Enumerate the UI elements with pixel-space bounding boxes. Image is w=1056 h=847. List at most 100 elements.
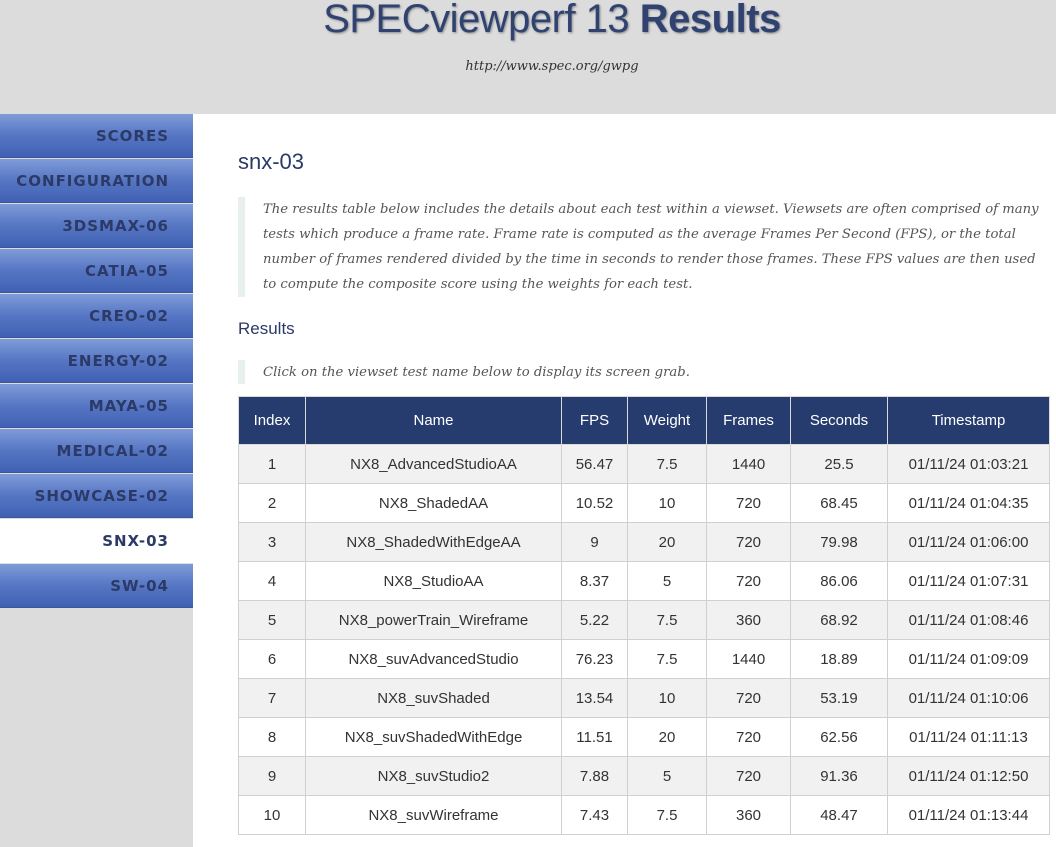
table-row: 4 NX8_StudioAA 8.37 5 720 86.06 01/11/24…	[238, 561, 1050, 601]
cell-weight: 20	[627, 522, 707, 562]
hint-blockquote: Click on the viewset test name below to …	[238, 360, 1048, 384]
cell-timestamp: 01/11/24 01:04:35	[887, 483, 1050, 523]
site-title: SPECviewperf 13 Results	[0, 0, 1056, 44]
results-table: Index Name FPS Weight Frames Seconds Tim…	[238, 396, 1050, 835]
cell-frames: 360	[706, 600, 791, 640]
main-content: snx-03 The results table below includes …	[193, 114, 1056, 847]
cell-index: 10	[238, 795, 306, 835]
table-row: 5 NX8_powerTrain_Wireframe 5.22 7.5 360 …	[238, 600, 1050, 640]
cell-name: NX8_suvAdvancedStudio	[305, 639, 562, 679]
sidebar-item-maya-05[interactable]: MAYA-05	[0, 384, 193, 428]
cell-timestamp: 01/11/24 01:06:00	[887, 522, 1050, 562]
cell-seconds: 18.89	[790, 639, 888, 679]
table-row: 2 NX8_ShadedAA 10.52 10 720 68.45 01/11/…	[238, 483, 1050, 523]
cell-frames: 720	[706, 717, 791, 757]
cell-timestamp: 01/11/24 01:09:09	[887, 639, 1050, 679]
cell-frames: 360	[706, 795, 791, 835]
cell-weight: 5	[627, 561, 707, 601]
cell-index: 9	[238, 756, 306, 796]
table-row: 8 NX8_suvShadedWithEdge 11.51 20 720 62.…	[238, 717, 1050, 757]
cell-fps: 7.88	[561, 756, 628, 796]
sidebar-item-3dsmax-06[interactable]: 3DSMAX-06	[0, 204, 193, 248]
sidebar-item-creo-02[interactable]: CREO-02	[0, 294, 193, 338]
cell-name: NX8_StudioAA	[305, 561, 562, 601]
table-row: 6 NX8_suvAdvancedStudio 76.23 7.5 1440 1…	[238, 639, 1050, 679]
cell-weight: 7.5	[627, 600, 707, 640]
cell-name: NX8_suvShadedWithEdge	[305, 717, 562, 757]
cell-weight: 20	[627, 717, 707, 757]
test-name-link[interactable]: NX8_suvWireframe	[368, 807, 498, 824]
test-name-link[interactable]: NX8_StudioAA	[383, 573, 483, 590]
test-name-link[interactable]: NX8_suvShadedWithEdge	[345, 729, 523, 746]
cell-seconds: 79.98	[790, 522, 888, 562]
site-title-bold: Results	[639, 0, 782, 41]
test-name-link[interactable]: NX8_suvAdvancedStudio	[348, 651, 518, 668]
cell-name: NX8_ShadedWithEdgeAA	[305, 522, 562, 562]
table-row: 3 NX8_ShadedWithEdgeAA 9 20 720 79.98 01…	[238, 522, 1050, 562]
table-row: 10 NX8_suvWireframe 7.43 7.5 360 48.47 0…	[238, 795, 1050, 835]
sidebar-item-configuration[interactable]: CONFIGURATION	[0, 159, 193, 203]
page-title: snx-03	[238, 149, 305, 174]
sidebar-item-energy-02[interactable]: ENERGY-02	[0, 339, 193, 383]
cell-name: NX8_suvWireframe	[305, 795, 562, 835]
cell-timestamp: 01/11/24 01:07:31	[887, 561, 1050, 601]
cell-seconds: 25.5	[790, 444, 888, 484]
cell-fps: 10.52	[561, 483, 628, 523]
cell-name: NX8_ShadedAA	[305, 483, 562, 523]
results-table-body: 1 NX8_AdvancedStudioAA 56.47 7.5 1440 25…	[238, 444, 1050, 835]
cell-weight: 10	[627, 678, 707, 718]
cell-name: NX8_powerTrain_Wireframe	[305, 600, 562, 640]
cell-frames: 1440	[706, 444, 791, 484]
cell-fps: 5.22	[561, 600, 628, 640]
cell-frames: 720	[706, 483, 791, 523]
cell-weight: 7.5	[627, 795, 707, 835]
results-heading: Results	[238, 319, 295, 338]
cell-seconds: 62.56	[790, 717, 888, 757]
sidebar-item-snx-03[interactable]: SNX-03	[0, 519, 193, 563]
test-name-link[interactable]: NX8_ShadedWithEdgeAA	[346, 534, 520, 551]
column-header-weight: Weight	[627, 396, 707, 445]
sidebar-nav: SCORES CONFIGURATION 3DSMAX-06 CATIA-05 …	[0, 114, 193, 847]
table-row: 9 NX8_suvStudio2 7.88 5 720 91.36 01/11/…	[238, 756, 1050, 796]
sidebar-item-scores[interactable]: SCORES	[0, 114, 193, 158]
sidebar-item-sw-04[interactable]: SW-04	[0, 564, 193, 608]
cell-fps: 76.23	[561, 639, 628, 679]
cell-name: NX8_suvStudio2	[305, 756, 562, 796]
test-name-link[interactable]: NX8_suvShaded	[377, 690, 490, 707]
cell-weight: 7.5	[627, 444, 707, 484]
cell-seconds: 91.36	[790, 756, 888, 796]
sidebar-item-showcase-02[interactable]: SHOWCASE-02	[0, 474, 193, 518]
cell-seconds: 68.92	[790, 600, 888, 640]
cell-frames: 1440	[706, 639, 791, 679]
cell-timestamp: 01/11/24 01:03:21	[887, 444, 1050, 484]
cell-index: 6	[238, 639, 306, 679]
test-name-link[interactable]: NX8_ShadedAA	[379, 495, 488, 512]
column-header-fps: FPS	[561, 396, 628, 445]
cell-index: 1	[238, 444, 306, 484]
cell-timestamp: 01/11/24 01:11:13	[887, 717, 1050, 757]
cell-frames: 720	[706, 678, 791, 718]
column-header-name: Name	[305, 396, 562, 445]
cell-fps: 56.47	[561, 444, 628, 484]
cell-frames: 720	[706, 522, 791, 562]
test-name-link[interactable]: NX8_powerTrain_Wireframe	[339, 612, 529, 629]
cell-seconds: 48.47	[790, 795, 888, 835]
test-name-link[interactable]: NX8_suvStudio2	[378, 768, 490, 785]
cell-seconds: 86.06	[790, 561, 888, 601]
cell-fps: 13.54	[561, 678, 628, 718]
cell-frames: 720	[706, 561, 791, 601]
cell-timestamp: 01/11/24 01:10:06	[887, 678, 1050, 718]
site-url: http://www.spec.org/gwpg	[465, 59, 639, 74]
cell-fps: 9	[561, 522, 628, 562]
sidebar-item-catia-05[interactable]: CATIA-05	[0, 249, 193, 293]
column-header-frames: Frames	[706, 396, 791, 445]
cell-index: 2	[238, 483, 306, 523]
sidebar-item-medical-02[interactable]: MEDICAL-02	[0, 429, 193, 473]
header-row: Index Name FPS Weight Frames Seconds Tim…	[238, 396, 1050, 445]
cell-fps: 11.51	[561, 717, 628, 757]
cell-index: 7	[238, 678, 306, 718]
cell-weight: 5	[627, 756, 707, 796]
test-name-link[interactable]: NX8_AdvancedStudioAA	[350, 456, 517, 473]
column-header-seconds: Seconds	[790, 396, 888, 445]
cell-timestamp: 01/11/24 01:13:44	[887, 795, 1050, 835]
